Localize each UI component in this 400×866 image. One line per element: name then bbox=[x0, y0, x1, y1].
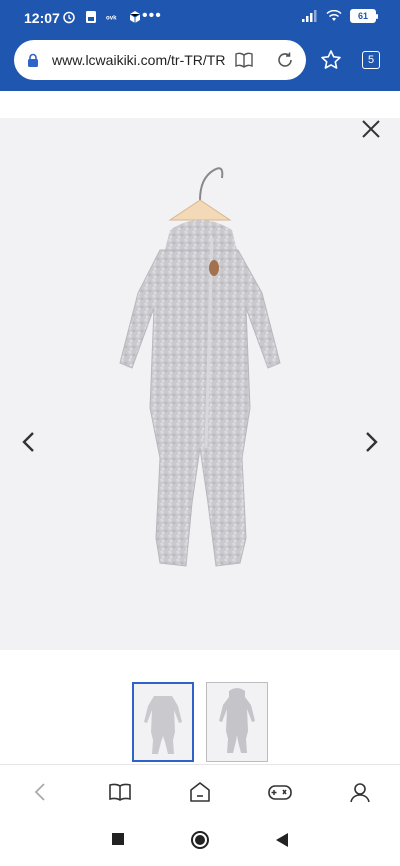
reader-mode-icon[interactable] bbox=[234, 50, 254, 70]
home-nav-icon[interactable] bbox=[190, 830, 210, 850]
product-image[interactable] bbox=[0, 118, 400, 650]
browser-header: 12:07 ovk ••• 61 www.lcwaikiki.com/tr-TR… bbox=[0, 0, 400, 91]
status-time: 12:07 bbox=[24, 10, 60, 26]
box-icon bbox=[128, 10, 142, 24]
bookmarks-icon[interactable] bbox=[107, 779, 133, 805]
thumbnail-back[interactable] bbox=[206, 682, 268, 762]
alarm-icon bbox=[62, 10, 76, 24]
address-bar[interactable]: www.lcwaikiki.com/tr-TR/TR bbox=[14, 40, 306, 80]
more-notifications-icon: ••• bbox=[142, 7, 162, 24]
wifi-icon bbox=[326, 10, 342, 21]
back-nav-icon[interactable] bbox=[275, 832, 289, 848]
bookmark-star-icon[interactable] bbox=[320, 49, 342, 71]
baby-jumpsuit-image bbox=[119, 167, 281, 567]
ovk-icon: ovk bbox=[106, 10, 120, 24]
close-icon[interactable] bbox=[360, 118, 382, 140]
tab-switcher-button[interactable]: 5 bbox=[362, 51, 380, 69]
lock-icon bbox=[28, 53, 38, 67]
next-image-icon[interactable] bbox=[362, 430, 380, 454]
games-icon[interactable] bbox=[267, 779, 293, 805]
battery-indicator: 61 bbox=[350, 9, 378, 23]
browser-bottom-toolbar bbox=[0, 764, 400, 820]
previous-image-icon[interactable] bbox=[20, 430, 38, 454]
system-navigation-bar bbox=[0, 820, 400, 866]
page-spacer bbox=[0, 91, 400, 118]
status-icons: ovk bbox=[62, 10, 142, 24]
thumbnail-front[interactable] bbox=[132, 682, 194, 762]
status-right: 61 bbox=[302, 9, 378, 23]
thumbnail-strip bbox=[0, 682, 400, 764]
signal-icon bbox=[302, 10, 317, 22]
reload-icon[interactable] bbox=[275, 50, 295, 70]
status-bar: 12:07 ovk ••• 61 bbox=[0, 0, 400, 36]
profile-icon[interactable] bbox=[347, 779, 373, 805]
home-icon[interactable] bbox=[187, 779, 213, 805]
svg-text:ovk: ovk bbox=[106, 15, 117, 22]
url-text[interactable]: www.lcwaikiki.com/tr-TR/TR bbox=[52, 52, 225, 68]
back-icon[interactable] bbox=[28, 779, 54, 805]
sim-icon bbox=[84, 10, 98, 24]
recents-icon[interactable] bbox=[111, 832, 125, 846]
